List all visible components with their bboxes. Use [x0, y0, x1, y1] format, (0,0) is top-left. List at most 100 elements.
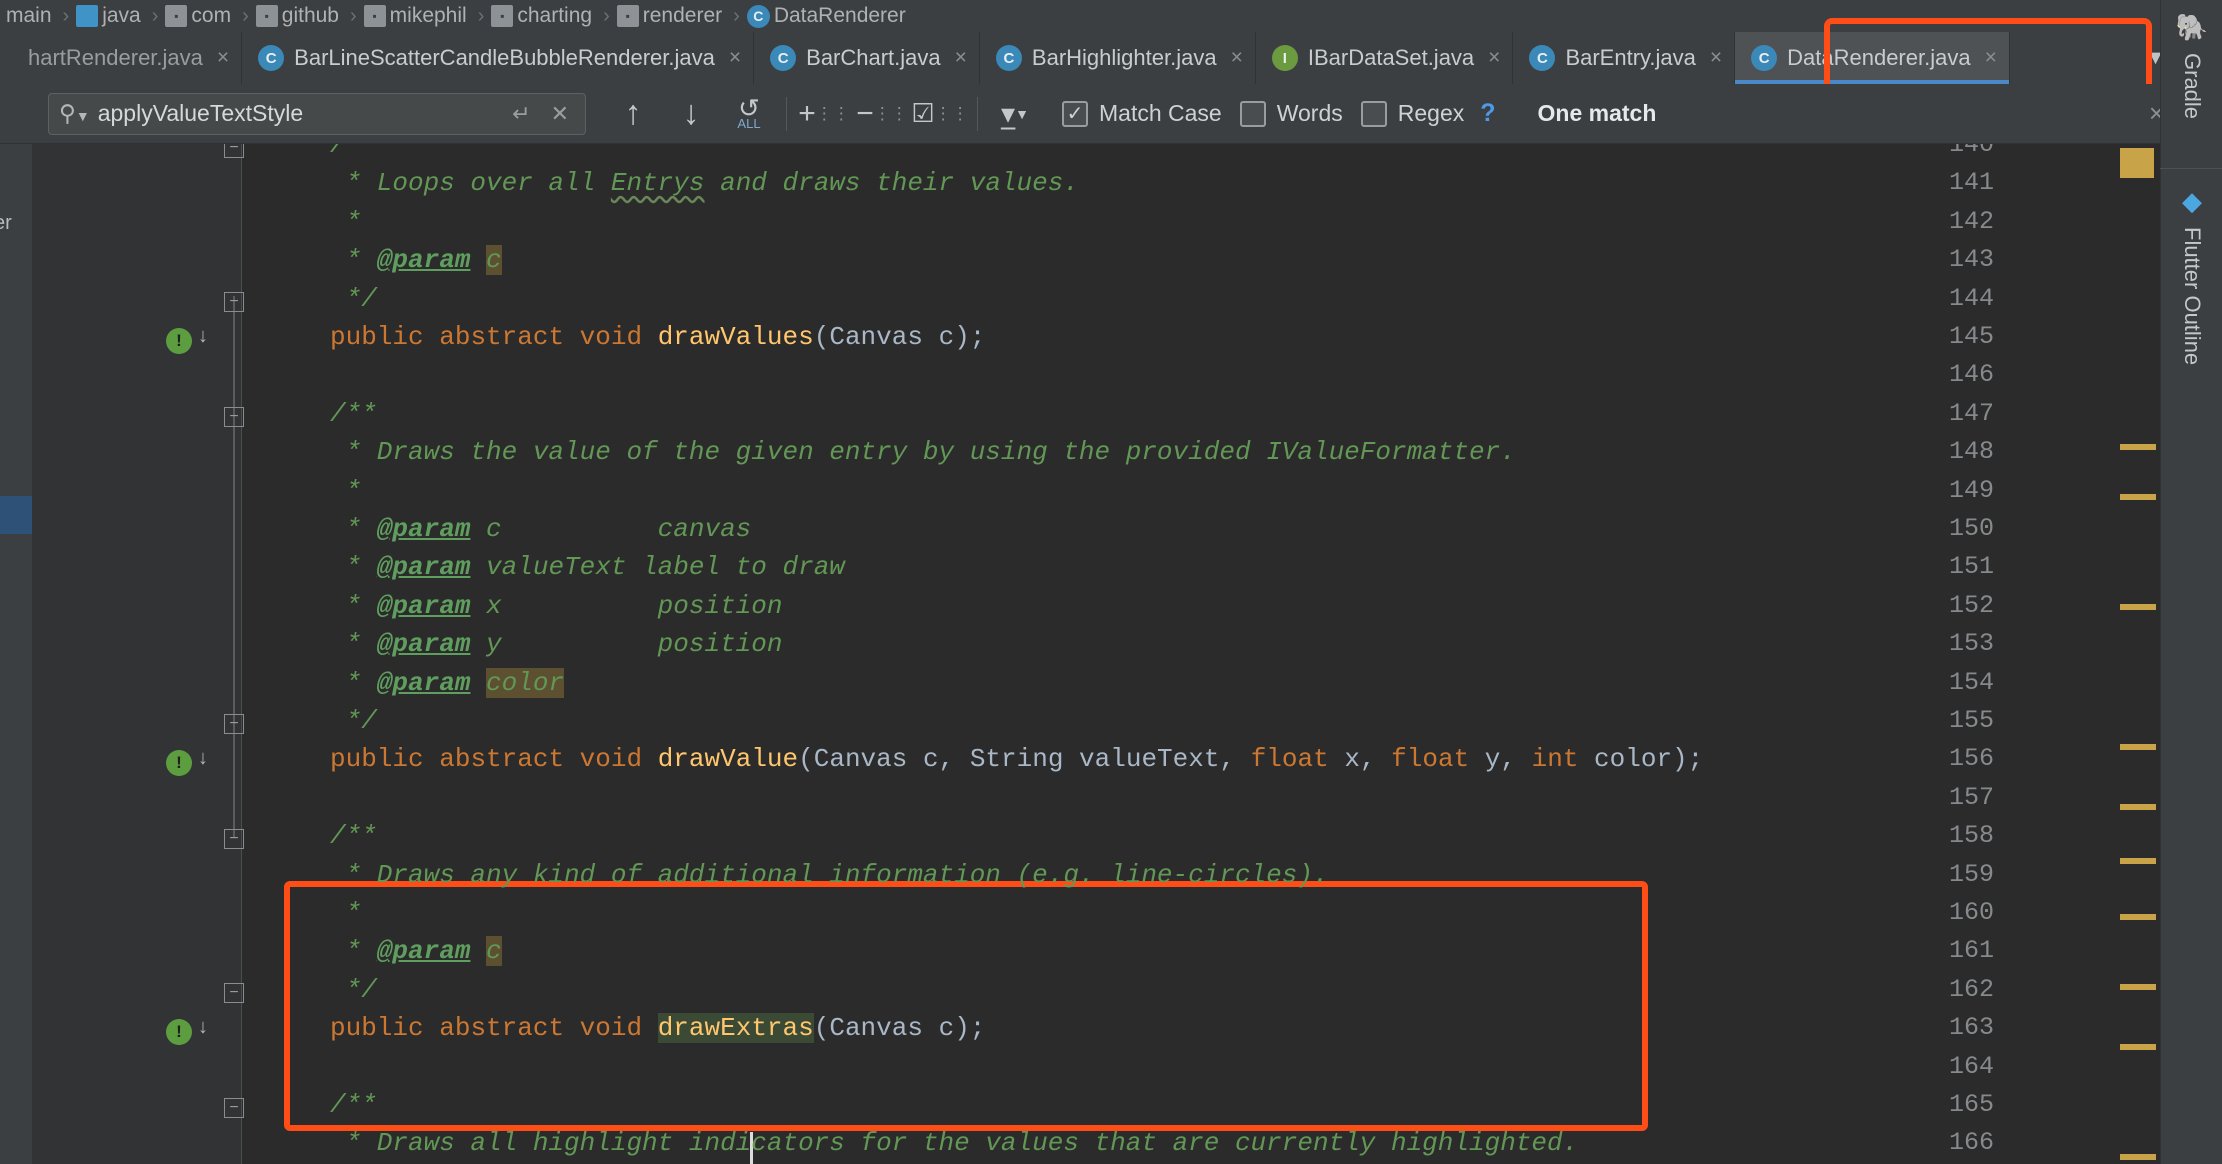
find-next-button[interactable]: ↓: [662, 91, 720, 137]
code-fold-toggle[interactable]: −: [222, 981, 246, 1005]
line-number: 141: [1904, 168, 1994, 197]
code-line[interactable]: * Loops over all Entrys and draws their …: [330, 168, 1079, 198]
marker-stripe[interactable]: [2120, 744, 2156, 750]
code-line[interactable]: * Draws the value of the given entry by …: [330, 437, 1516, 467]
code-line[interactable]: * @param valueText label to draw: [330, 552, 845, 582]
inspection-status-indicator[interactable]: [2120, 148, 2154, 178]
breadcrumb-item-github[interactable]: ▪github: [254, 0, 347, 32]
marker-stripe[interactable]: [2120, 444, 2156, 450]
code-line[interactable]: * @param color: [330, 668, 564, 698]
match-case-checkbox[interactable]: ✓ Match Case: [1062, 100, 1222, 127]
code-line[interactable]: public abstract void drawExtras(Canvas c…: [330, 1013, 985, 1043]
search-input[interactable]: ⚲▼ applyValueTextStyle ↵ ✕: [48, 93, 586, 135]
editor-tab-hartrenderer[interactable]: hartRenderer.java×: [0, 32, 242, 84]
close-tab-icon[interactable]: ×: [1488, 46, 1500, 70]
code-line[interactable]: * @param c: [330, 245, 502, 275]
breadcrumb-item-datarenderer[interactable]: CDataRenderer: [745, 0, 914, 32]
words-checkbox-box[interactable]: [1240, 101, 1266, 127]
marker-stripe[interactable]: [2120, 1044, 2156, 1050]
marker-stripe[interactable]: [2120, 604, 2156, 610]
code-line[interactable]: * Draws all highlight indicators for the…: [330, 1128, 1578, 1158]
code-fold-toggle[interactable]: −: [222, 827, 246, 851]
match-case-checkbox-box[interactable]: ✓: [1062, 101, 1088, 127]
code-line[interactable]: * @param c: [330, 936, 502, 966]
code-line[interactable]: */: [330, 975, 377, 1005]
code-line[interactable]: *: [330, 898, 361, 928]
code-line[interactable]: * @param x position: [330, 591, 783, 621]
implementation-marker-icon[interactable]: ↓: [198, 1016, 208, 1039]
package-icon: ▪: [256, 5, 278, 27]
breadcrumb-item-mikephil[interactable]: ▪mikephil: [362, 0, 475, 32]
intention-bulb-icon[interactable]: !: [164, 326, 194, 356]
editor-tab-barhighlighter[interactable]: CBarHighlighter.java×: [980, 32, 1256, 84]
search-help-icon[interactable]: ?: [1480, 99, 1495, 128]
editor-tab-barchart[interactable]: CBarChart.java×: [754, 32, 980, 84]
right-tool-strip: 🐘 Gradle ◆ Flutter Outline: [2160, 0, 2222, 1164]
editor-tab-barentry[interactable]: CBarEntry.java×: [1513, 32, 1735, 84]
marker-stripe[interactable]: [2120, 914, 2156, 920]
code-line[interactable]: /**: [330, 144, 377, 160]
line-number: 157: [1904, 783, 1994, 812]
code-line[interactable]: /**: [330, 821, 377, 851]
intention-bulb-icon[interactable]: !: [164, 748, 194, 778]
regex-checkbox-box[interactable]: [1361, 101, 1387, 127]
line-number: 156: [1904, 744, 1994, 773]
filter-icon[interactable]: ▾̲▼: [986, 91, 1044, 137]
search-icon[interactable]: ⚲▼: [59, 100, 90, 127]
implementation-marker-icon[interactable]: ↓: [198, 747, 208, 770]
add-selection-next-occurrence-button[interactable]: +⋮⋮: [795, 91, 853, 137]
tool-button-gradle[interactable]: 🐘 Gradle: [2161, 12, 2222, 119]
close-tab-icon[interactable]: ×: [1985, 46, 1997, 70]
code-line[interactable]: */: [330, 706, 377, 736]
find-previous-button[interactable]: ↑: [604, 91, 662, 137]
code-line[interactable]: public abstract void drawValue(Canvas c,…: [330, 744, 1703, 774]
close-tab-icon[interactable]: ×: [729, 46, 741, 70]
code-fold-toggle[interactable]: −: [222, 405, 246, 429]
close-tab-icon[interactable]: ×: [1231, 46, 1243, 70]
editor-gutter[interactable]: [32, 144, 242, 1164]
marker-stripe[interactable]: [2120, 858, 2156, 864]
code-line[interactable]: *: [330, 207, 361, 237]
regex-checkbox[interactable]: Regex: [1361, 100, 1464, 127]
code-fold-toggle[interactable]: −: [222, 1096, 246, 1120]
code-fold-toggle[interactable]: −: [222, 144, 246, 160]
marker-stripe[interactable]: [2120, 1154, 2156, 1160]
tool-button-flutter-outline[interactable]: ◆ Flutter Outline: [2161, 186, 2222, 365]
close-tab-icon[interactable]: ×: [217, 46, 229, 70]
package-icon: ▪: [491, 5, 513, 27]
marker-stripe[interactable]: [2120, 984, 2156, 990]
editor-tab-ibardataset[interactable]: IIBarDataSet.java×: [1256, 32, 1514, 84]
editor-tab-datarenderer[interactable]: CDataRenderer.java×: [1735, 32, 2010, 84]
code-editor[interactable]: 140−/**141 * Loops over all Entrys and d…: [32, 144, 2112, 1164]
enter-key-icon[interactable]: ↵: [506, 101, 536, 127]
code-line[interactable]: * Draws any kind of additional informati…: [330, 860, 1329, 890]
breadcrumb-item-java[interactable]: java: [74, 0, 149, 32]
code-line[interactable]: * @param y position: [330, 629, 783, 659]
code-line[interactable]: /**: [330, 1090, 377, 1120]
code-fold-toggle[interactable]: −: [222, 290, 246, 314]
marker-stripe[interactable]: [2120, 494, 2156, 500]
editor-marker-bar[interactable]: [2112, 144, 2160, 1164]
remove-selection-button[interactable]: −⋮⋮: [853, 91, 911, 137]
breadcrumb-item-main[interactable]: main: [0, 0, 60, 32]
code-fold-toggle[interactable]: −: [222, 712, 246, 736]
line-number: 145: [1904, 322, 1994, 351]
code-line[interactable]: *: [330, 476, 361, 506]
close-tab-icon[interactable]: ×: [955, 46, 967, 70]
words-checkbox[interactable]: Words: [1240, 100, 1343, 127]
code-line[interactable]: /**: [330, 399, 377, 429]
breadcrumb-item-com[interactable]: ▪com: [163, 0, 239, 32]
intention-bulb-icon[interactable]: !: [164, 1017, 194, 1047]
editor-tab-barlinescattercandlebubblerenderer[interactable]: CBarLineScatterCandleBubbleRenderer.java…: [242, 32, 754, 84]
breadcrumb-item-charting[interactable]: ▪charting: [489, 0, 600, 32]
marker-stripe[interactable]: [2120, 804, 2156, 810]
code-line[interactable]: */: [330, 284, 377, 314]
find-all-button[interactable]: ↺ALL: [720, 91, 778, 137]
select-all-occurrences-button[interactable]: ☑⋮⋮: [911, 91, 969, 137]
breadcrumb-item-renderer[interactable]: ▪renderer: [615, 0, 730, 32]
implementation-marker-icon[interactable]: ↓: [198, 325, 208, 348]
clear-search-icon[interactable]: ✕: [545, 101, 575, 127]
close-tab-icon[interactable]: ×: [1710, 46, 1722, 70]
code-line[interactable]: public abstract void drawValues(Canvas c…: [330, 322, 985, 352]
code-line[interactable]: * @param c canvas: [330, 514, 751, 544]
